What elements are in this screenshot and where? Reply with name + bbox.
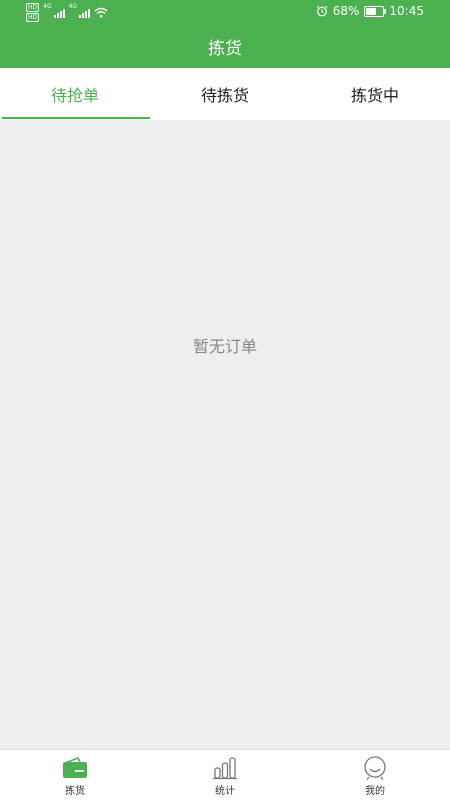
tab-label: 待拣货 <box>200 86 249 105</box>
network-type: 4G <box>68 3 78 10</box>
page-title: 拣货 <box>208 38 242 59</box>
signal-icon <box>79 8 91 18</box>
hd-indicators: HD HD <box>26 3 40 22</box>
wifi-icon <box>94 7 108 18</box>
alarm-icon <box>316 5 328 17</box>
status-right: 68% 10:45 <box>316 4 424 18</box>
battery-percent: 68% <box>332 4 360 18</box>
tab-label: 拣货中 <box>350 86 399 105</box>
tab-picking[interactable]: 拣货中 <box>300 68 450 120</box>
order-list-area: 暂无订单 <box>0 120 450 749</box>
tab-pending-pick[interactable]: 待拣货 <box>150 68 300 120</box>
wallet-icon <box>63 756 87 778</box>
hd-badge: HD <box>26 3 40 12</box>
empty-state-message: 暂无订单 <box>192 337 257 356</box>
tab-pending-grab[interactable]: 待抢单 <box>0 68 150 120</box>
signal-icon <box>53 8 65 18</box>
clock: 10:45 <box>389 4 424 18</box>
network-type: 4G <box>43 3 52 10</box>
title-bar: 拣货 <box>0 24 450 68</box>
nav-label: 拣货 <box>65 786 85 797</box>
nav-item-pick[interactable]: 拣货 <box>0 750 150 801</box>
battery-icon <box>364 5 387 17</box>
bottom-nav: 拣货 统计 我的 <box>0 749 450 801</box>
bar-chart-icon <box>213 757 237 780</box>
nav-label: 我的 <box>365 786 385 797</box>
nav-item-stats[interactable]: 统计 <box>150 750 300 801</box>
tab-label: 待抢单 <box>50 86 99 105</box>
status-bar: HD HD 4G 4G 68% 10:45 <box>0 0 450 24</box>
status-left: HD HD 4G 4G <box>26 3 108 22</box>
battery-fill <box>366 7 376 15</box>
nav-label: 统计 <box>215 786 235 797</box>
hd-badge: HD <box>26 13 40 22</box>
nav-item-mine[interactable]: 我的 <box>300 750 450 801</box>
user-face-icon <box>364 756 386 780</box>
tab-bar: 待抢单 待拣货 拣货中 <box>0 68 450 120</box>
